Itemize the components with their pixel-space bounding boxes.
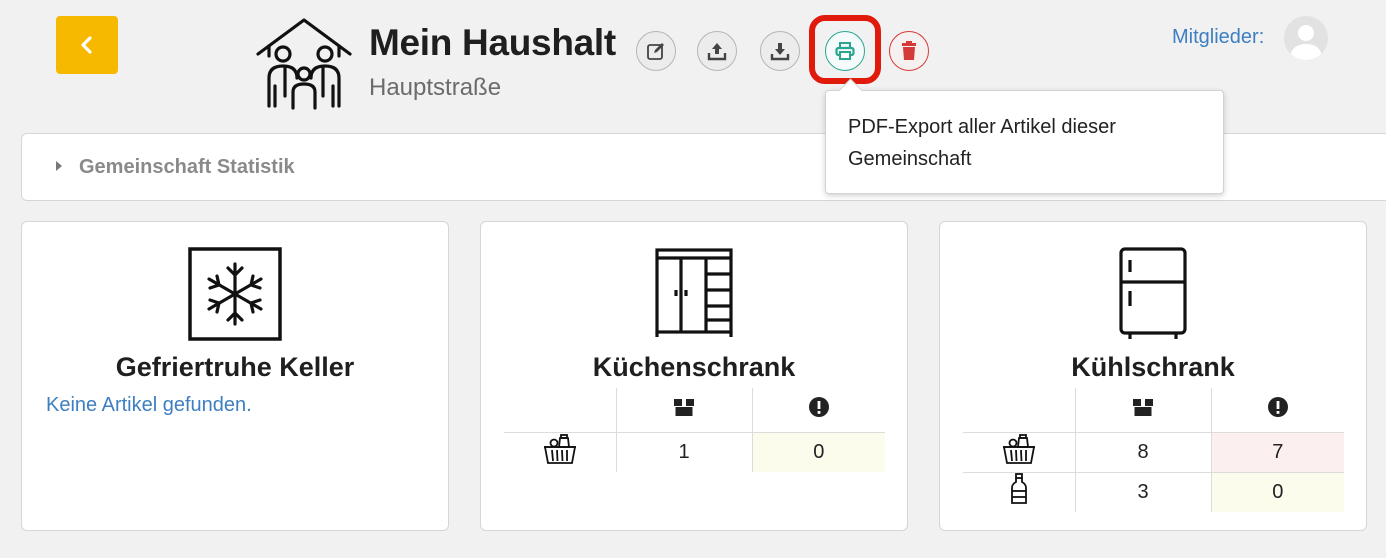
page-subtitle: Hauptstraße bbox=[369, 74, 502, 101]
family-house-icon bbox=[256, 18, 352, 110]
table-row: 1 0 bbox=[504, 431, 885, 472]
item-count: 1 bbox=[615, 431, 752, 472]
stock-table: 8 7 3 0 bbox=[963, 388, 1344, 512]
storage-title: Gefriertruhe Keller bbox=[115, 352, 355, 382]
storage-card-freezer[interactable]: Gefriertruhe Keller Keine Artikel gefund… bbox=[21, 221, 449, 531]
warning-count: 0 bbox=[1210, 471, 1344, 512]
statistics-label: Gemeinschaft Statistik bbox=[79, 156, 295, 178]
print-tooltip: PDF-Export aller Artikel dieser Gemeinsc… bbox=[825, 90, 1224, 194]
user-avatar-icon bbox=[1290, 25, 1322, 60]
grocery-basket-icon bbox=[543, 434, 576, 465]
back-button[interactable] bbox=[56, 16, 118, 74]
warning-icon bbox=[1267, 396, 1288, 417]
fridge-icon bbox=[1119, 247, 1187, 339]
no-items-link[interactable]: Keine Artikel gefunden. bbox=[46, 394, 252, 417]
members-label: Mitglieder: bbox=[1172, 26, 1265, 48]
print-pdf-button[interactable] bbox=[825, 31, 865, 71]
box-icon bbox=[1133, 398, 1153, 416]
snowflake-icon bbox=[188, 247, 282, 341]
print-icon bbox=[835, 42, 855, 60]
download-button[interactable] bbox=[760, 31, 800, 71]
upload-icon bbox=[707, 43, 727, 61]
upload-button[interactable] bbox=[697, 31, 737, 71]
cabinet-icon bbox=[655, 248, 733, 337]
chevron-left-icon bbox=[81, 36, 92, 54]
trash-icon bbox=[902, 41, 916, 60]
table-row: 3 0 bbox=[963, 471, 1344, 512]
table-row: 8 7 bbox=[963, 431, 1344, 472]
storage-card-cabinet[interactable]: Küchenschrank 1 0 bbox=[480, 221, 908, 531]
avatar[interactable] bbox=[1284, 16, 1328, 60]
storage-title: Kühlschrank bbox=[1071, 352, 1235, 382]
stock-table: 1 0 bbox=[504, 388, 885, 472]
item-count: 8 bbox=[1074, 431, 1211, 472]
item-count: 3 bbox=[1074, 471, 1211, 512]
edit-button[interactable] bbox=[636, 31, 676, 71]
bottle-icon bbox=[1010, 473, 1027, 505]
grocery-basket-icon bbox=[1002, 434, 1035, 464]
storage-card-fridge[interactable]: Kühlschrank 8 7 3 0 bbox=[939, 221, 1367, 531]
edit-icon bbox=[647, 43, 664, 60]
download-icon bbox=[770, 43, 790, 61]
box-icon bbox=[674, 398, 694, 416]
warning-count: 7 bbox=[1210, 431, 1344, 472]
warning-icon bbox=[808, 396, 829, 417]
storage-title: Küchenschrank bbox=[592, 352, 796, 382]
delete-button[interactable] bbox=[889, 31, 929, 71]
caret-right-icon bbox=[56, 161, 62, 171]
warning-count: 0 bbox=[751, 431, 885, 472]
page-title: Mein Haushalt bbox=[369, 22, 616, 63]
